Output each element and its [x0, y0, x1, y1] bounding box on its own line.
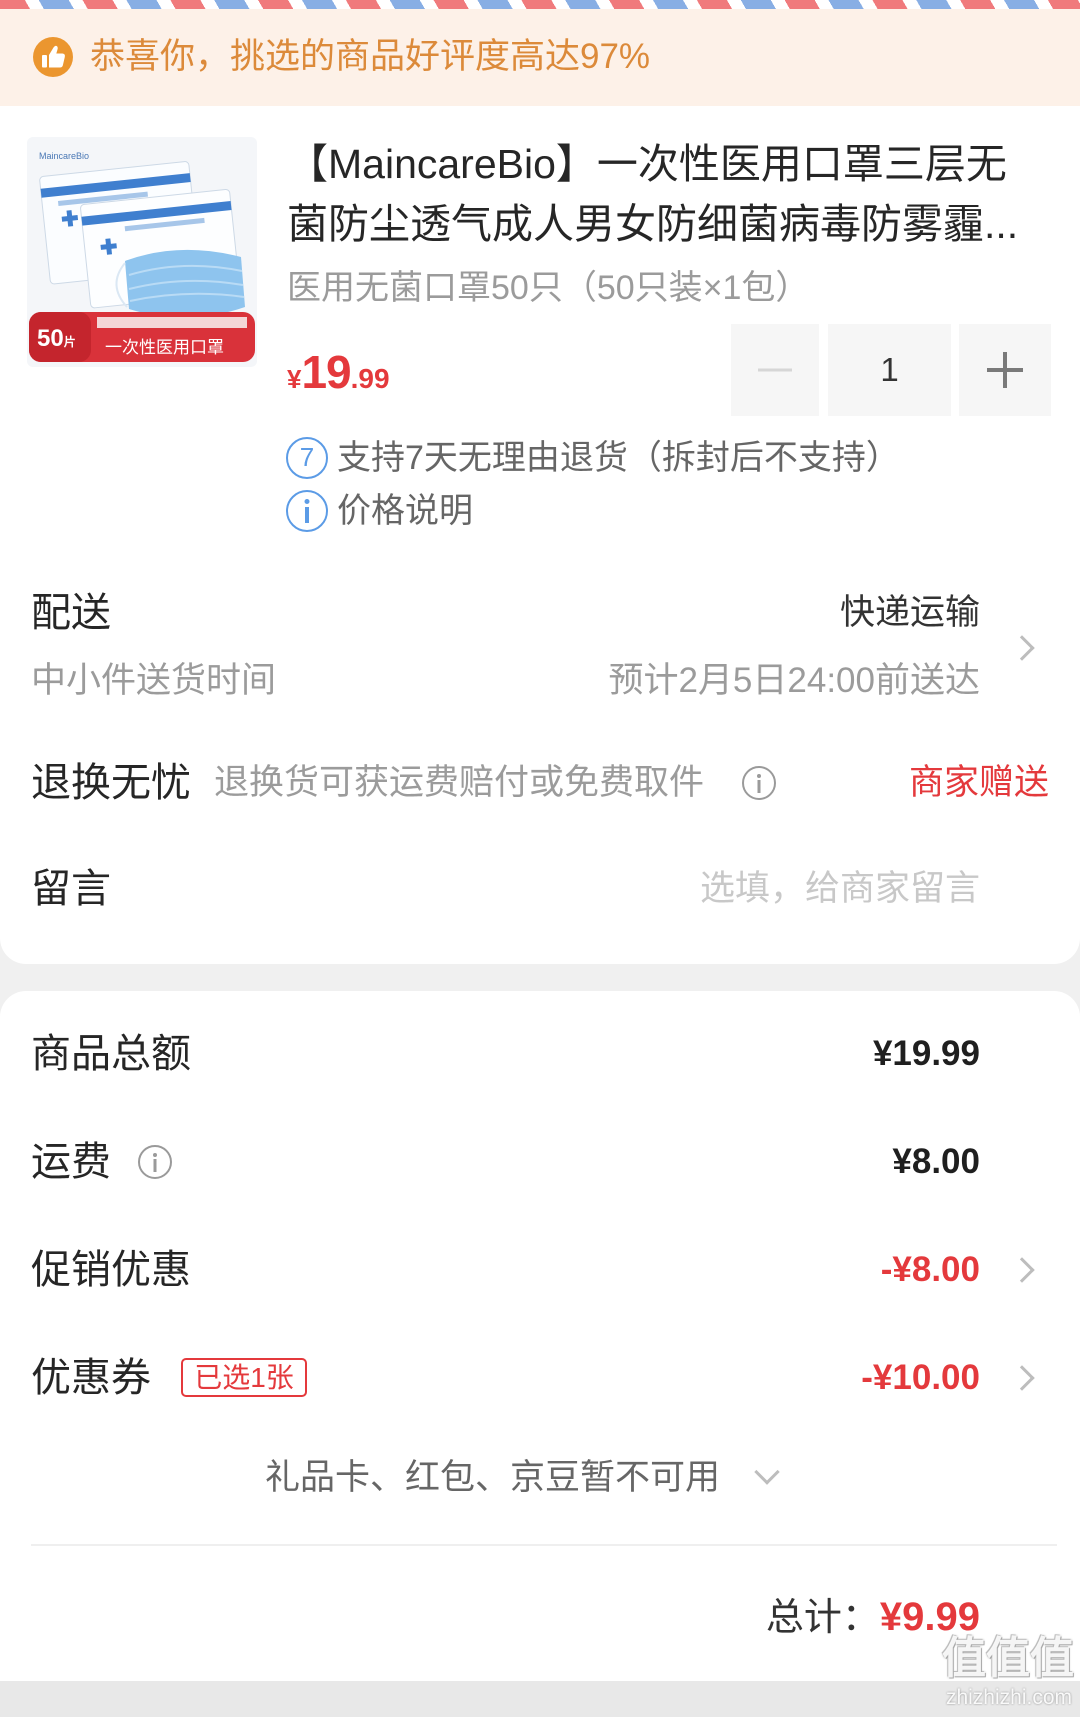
goods-total-value: ¥19.99 — [872, 1034, 980, 1073]
minus-icon — [758, 368, 792, 372]
plus-icon-vertical — [1003, 352, 1007, 388]
quantity-increase-button[interactable] — [959, 324, 1051, 416]
chevron-right-icon — [1009, 635, 1035, 661]
promotion-label: 促销优惠 — [31, 1248, 191, 1292]
promotion-row[interactable]: 促销优惠 -¥8.00 — [0, 1220, 1080, 1320]
price-integer: 19 — [301, 346, 351, 398]
mask-shape — [115, 249, 245, 318]
watermark-mark: 值值值 — [942, 1634, 1074, 1683]
return-service-label: 退换无忧 — [31, 761, 191, 805]
delivery-time-value: 预计2月5日24:00前送达 — [608, 661, 980, 700]
product-spec[interactable]: 医用无菌口罩50只（50只装×1包） — [287, 269, 809, 307]
delivery-row[interactable]: 配送 快递运输 中小件送货时间 预计2月5日24:00前送达 — [0, 575, 1080, 715]
product-title-line-2[interactable]: 菌防尘透气成人男女防细菌病毒防雾霾... — [287, 194, 1057, 254]
delivery-label: 配送 — [31, 591, 111, 635]
info-icon[interactable] — [286, 490, 328, 532]
return-policy-text[interactable]: 支持7天无理由退货（拆封后不支持） — [337, 437, 900, 479]
product-image-brand: MaincareBio — [39, 151, 89, 161]
divider — [31, 1544, 1057, 1546]
product-image-count-unit: 片 — [64, 334, 76, 349]
shipping-fee-value: ¥8.00 — [892, 1142, 980, 1181]
praise-banner: 恭喜你，挑选的商品好评度高达97% — [0, 0, 1080, 106]
delivery-time-label: 中小件送货时间 — [31, 661, 277, 700]
goods-total-row: 商品总额 ¥19.99 — [0, 1004, 1080, 1104]
quantity-decrease-button[interactable] — [731, 324, 819, 416]
chevron-down-icon — [754, 1459, 780, 1485]
price-currency: ¥ — [287, 364, 302, 394]
total-label: 总计： — [765, 1597, 880, 1639]
product-item: MaincareBio 50片 一次性医用口罩 【MaincareBio】一次性… — [0, 106, 1080, 546]
message-row: 留言 — [0, 845, 1080, 933]
coupon-row[interactable]: 优惠券 已选1张 -¥10.00 — [0, 1328, 1080, 1428]
product-image-count: 50 — [37, 325, 64, 352]
price-explanation-link[interactable]: 价格说明 — [337, 490, 473, 532]
product-image[interactable]: MaincareBio 50片 一次性医用口罩 — [27, 137, 257, 367]
total-row: 总计： ¥9.99 — [0, 1580, 1080, 1654]
return-service-value: 商家赠送 — [908, 763, 1049, 802]
info-icon[interactable] — [138, 1145, 172, 1179]
product-image-label: 50片 一次性医用口罩 — [29, 312, 255, 362]
return-service-desc: 退换货可获运费赔付或免费取件 — [214, 763, 705, 802]
coupon-value: -¥10.00 — [861, 1358, 980, 1397]
unavailable-payments-text: 礼品卡、红包、京豆暂不可用 — [265, 1458, 721, 1497]
return-service-row[interactable]: 退换无忧 退换货可获运费赔付或免费取件 商家赠送 — [0, 740, 1080, 828]
watermark-site: zhizhizhi.com — [945, 1686, 1072, 1709]
product-price: ¥ 19 .99 — [287, 342, 390, 402]
quantity-input[interactable]: 1 — [828, 324, 951, 416]
shipping-fee-row: 运费 ¥8.00 — [0, 1112, 1080, 1212]
unavailable-payments-toggle[interactable]: 礼品卡、红包、京豆暂不可用 — [0, 1438, 1080, 1518]
praise-banner-text: 恭喜你，挑选的商品好评度高达97% — [90, 37, 651, 76]
message-label: 留言 — [31, 867, 111, 911]
shipping-fee-label: 运费 — [31, 1140, 111, 1184]
product-title-line-1[interactable]: 【MaincareBio】一次性医用口罩三层无 — [287, 134, 1057, 194]
airmail-stripe — [0, 0, 1080, 9]
chevron-right-icon — [1009, 1365, 1035, 1391]
product-image-label-text: 一次性医用口罩 — [105, 338, 224, 357]
goods-total-label: 商品总额 — [31, 1032, 191, 1076]
seven-day-return-icon: 7 — [286, 437, 328, 479]
coupon-selected-badge: 已选1张 — [181, 1358, 307, 1397]
info-icon[interactable] — [742, 766, 776, 800]
coupon-label: 优惠券 — [31, 1356, 151, 1400]
price-decimal: .99 — [350, 363, 390, 394]
chevron-right-icon — [1009, 1257, 1035, 1283]
thumbs-up-icon — [33, 37, 73, 77]
promotion-value: -¥8.00 — [880, 1250, 980, 1289]
bottom-bar — [0, 1681, 1080, 1717]
message-input[interactable] — [500, 869, 980, 909]
delivery-method: 快递运输 — [839, 593, 980, 632]
